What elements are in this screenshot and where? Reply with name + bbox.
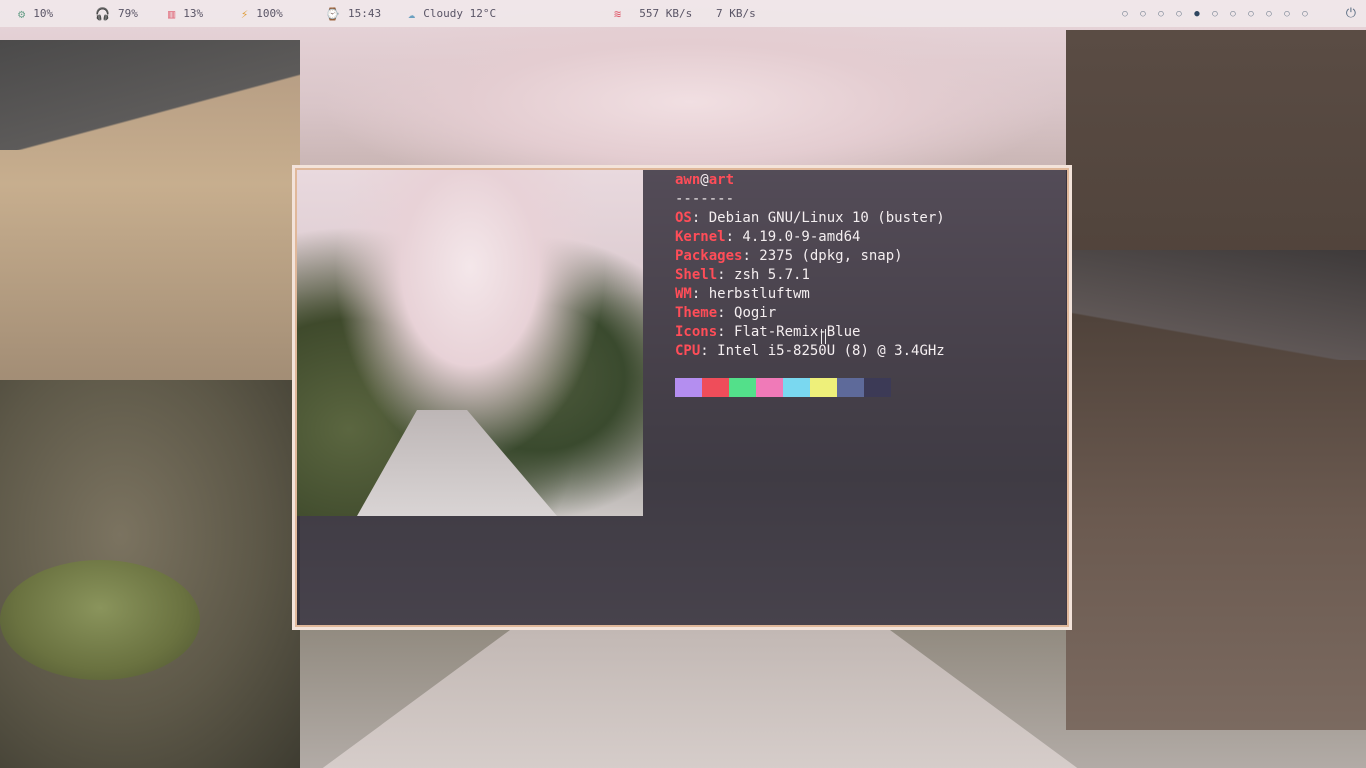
info-value: : Debian GNU/Linux 10 (buster) xyxy=(691,210,945,226)
workspace-dot[interactable]: ○ xyxy=(1296,9,1314,19)
cpu-module[interactable]: ⚙ 10% xyxy=(18,0,53,27)
info-rows: OS: Debian GNU/Linux 10 (buster) Kernel: … xyxy=(675,209,945,361)
image-road xyxy=(357,410,557,516)
info-key: WM xyxy=(675,286,692,302)
right-house xyxy=(1066,30,1366,730)
memory-value: 13% xyxy=(183,7,204,20)
right-roof xyxy=(1066,250,1366,360)
info-row-kernel: Kernel: 4.19.0-9-amd64 xyxy=(675,228,945,247)
power-button[interactable]: ⏻ xyxy=(1346,0,1356,27)
battery-bolt-icon: ⚡ xyxy=(241,6,249,21)
palette-swatch xyxy=(729,378,756,397)
palette-swatch xyxy=(864,378,891,397)
cpu-value: 10% xyxy=(33,7,54,20)
volume-module[interactable]: 🎧 79% xyxy=(95,0,138,27)
workspace-dot[interactable]: ○ xyxy=(1152,9,1170,19)
workspace-dot[interactable]: ○ xyxy=(1170,9,1188,19)
clock-value: 15:43 xyxy=(347,7,382,20)
left-roof xyxy=(0,40,300,150)
neofetch-image xyxy=(297,170,643,516)
workspace-dot[interactable]: ○ xyxy=(1260,9,1278,19)
palette-swatch xyxy=(837,378,864,397)
color-palette xyxy=(675,378,891,397)
info-key: Shell xyxy=(675,267,718,283)
memory-icon: ▥ xyxy=(168,6,176,21)
info-key: Kernel xyxy=(675,229,726,245)
workspace-dot[interactable]: ○ xyxy=(1206,9,1224,19)
palette-swatch xyxy=(675,378,702,397)
palette-swatch xyxy=(810,378,837,397)
left-bush xyxy=(0,560,200,680)
workspace-dot[interactable]: ○ xyxy=(1242,9,1260,19)
workspace-dot[interactable]: ● xyxy=(1188,9,1206,19)
user-host-line: awn@art xyxy=(675,171,945,190)
palette-swatch xyxy=(702,378,729,397)
info-key: Icons xyxy=(675,324,718,340)
network-down-module[interactable]: ≋ 557 KB/s xyxy=(614,0,692,27)
weather-value: Cloudy 12°C xyxy=(423,7,497,20)
separator-line: ------- xyxy=(675,191,735,207)
wifi-icon: ≋ xyxy=(614,6,622,21)
workspace-dot[interactable]: ○ xyxy=(1134,9,1152,19)
info-value: : herbstluftwm xyxy=(691,286,810,302)
cpu-icon: ⚙ xyxy=(18,6,26,21)
info-row-packages: Packages: 2375 (dpkg, snap) xyxy=(675,247,945,266)
headphones-icon: 🎧 xyxy=(95,6,110,21)
info-value: : 2375 (dpkg, snap) xyxy=(742,248,903,264)
info-value: : Intel i5-8250U (8) @ 3.4GHz xyxy=(700,343,945,359)
clock-icon: ⌚ xyxy=(325,6,340,21)
info-row-icons: Icons: Flat-Remix-Blue xyxy=(675,323,945,342)
at-sign: @ xyxy=(700,172,709,188)
status-bar: ⚙ 10% 🎧 79% ▥ 13% ⚡ 100% ⌚ 15:43 ☁ Cloud… xyxy=(0,0,1366,27)
neofetch-info: awn@art ------- OS: Debian GNU/Linux 10 … xyxy=(675,171,945,361)
memory-module[interactable]: ▥ 13% xyxy=(168,0,203,27)
palette-swatch xyxy=(756,378,783,397)
weather-module[interactable]: ☁ Cloudy 12°C xyxy=(408,0,496,27)
info-row-theme: Theme: Qogir xyxy=(675,304,945,323)
info-row-cpu: CPU: Intel i5-8250U (8) @ 3.4GHz xyxy=(675,342,945,361)
info-row-shell: Shell: zsh 5.7.1 xyxy=(675,266,945,285)
battery-value: 100% xyxy=(256,7,283,20)
workspace-indicator: ○ ○ ○ ○ ● ○ ○ ○ ○ ○ ○ xyxy=(1116,0,1314,27)
info-key: Theme xyxy=(675,305,718,321)
info-key: CPU xyxy=(675,343,701,359)
download-speed: 557 KB/s xyxy=(639,7,693,20)
workspace-dot[interactable]: ○ xyxy=(1278,9,1296,19)
battery-module[interactable]: ⚡ 100% xyxy=(241,0,283,27)
network-up-module[interactable]: 7 KB/s xyxy=(716,0,756,27)
info-row-os: OS: Debian GNU/Linux 10 (buster) xyxy=(675,209,945,228)
upload-speed: 7 KB/s xyxy=(716,7,756,20)
power-icon: ⏻ xyxy=(1345,6,1356,21)
workspace-dot[interactable]: ○ xyxy=(1224,9,1242,19)
clock-module[interactable]: ⌚ 15:43 xyxy=(325,0,381,27)
terminal-window[interactable]: awn@art ------- OS: Debian GNU/Linux 10 … xyxy=(292,165,1072,630)
info-value: : 4.19.0-9-amd64 xyxy=(725,229,861,245)
info-value: : Qogir xyxy=(717,305,777,321)
text-cursor-icon xyxy=(821,329,826,344)
info-value: : zsh 5.7.1 xyxy=(717,267,810,283)
volume-value: 79% xyxy=(117,7,138,20)
workspace-dot[interactable]: ○ xyxy=(1116,9,1134,19)
weather-icon: ☁ xyxy=(408,6,416,21)
info-row-wm: WM: herbstluftwm xyxy=(675,285,945,304)
palette-swatch xyxy=(783,378,810,397)
info-value: : Flat-Remix-Blue xyxy=(717,324,861,340)
hostname: art xyxy=(708,172,735,188)
info-key: Packages xyxy=(675,248,743,264)
road xyxy=(320,630,1080,768)
info-key: OS xyxy=(675,210,692,226)
username: awn xyxy=(675,172,701,188)
